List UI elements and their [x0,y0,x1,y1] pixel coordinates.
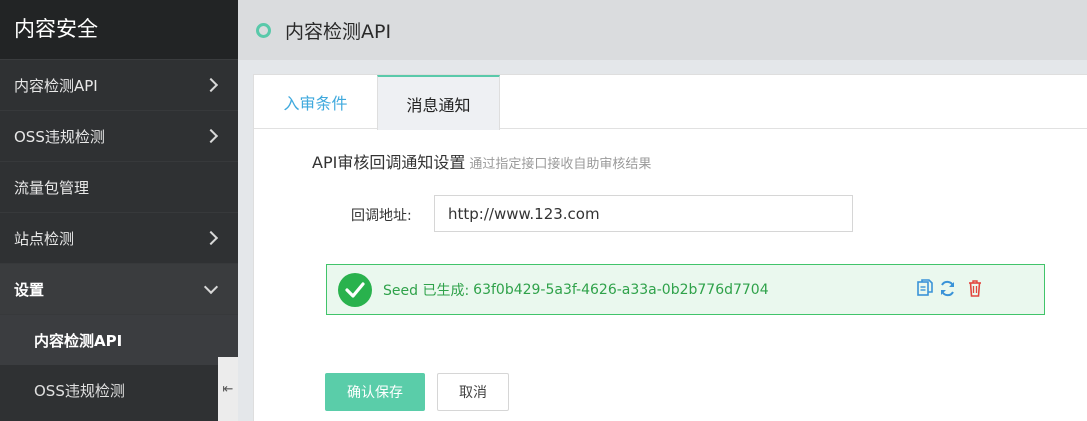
copy-icon[interactable] [917,279,933,297]
sidebar-item-traffic-package[interactable]: 流量包管理 [0,162,238,213]
section-title: API审核回调通知设置 通过指定接口接收自助审核结果 [312,149,651,173]
sidebar-item-label: 站点检测 [14,229,75,248]
sidebar-subitem-oss-detection[interactable]: OSS违规检测 [0,365,238,415]
seed-value: 63f0b429-5a3f-4626-a33a-0b2b776d7704 [473,281,769,298]
page-title: 内容检测API [285,20,392,43]
circle-icon [256,22,271,38]
sidebar-subitem-content-detection-api[interactable]: 内容检测API [0,315,238,365]
tab-bar: 入审条件 消息通知 [254,75,1087,130]
callback-url-label: 回调地址: [351,208,412,224]
seed-actions [917,279,988,297]
chevron-right-icon [203,128,219,144]
callback-url-input[interactable] [434,195,853,232]
chevron-right-icon [203,77,219,93]
tab-message-notification[interactable]: 消息通知 [377,75,500,130]
sidebar-item-label: 内容检测API [14,76,98,95]
sidebar-collapse-icon[interactable]: ⇤ [218,357,238,421]
save-button[interactable]: 确认保存 [325,373,425,411]
trash-icon[interactable] [968,279,982,297]
sidebar-item-label: 设置 [14,280,45,299]
check-circle-icon [338,272,372,307]
section-title-text: API审核回调通知设置 [312,153,466,172]
sidebar-title: 内容安全 [0,0,238,60]
section-hint: 通过指定接口接收自助审核结果 [469,157,652,172]
seed-status-box: Seed 已生成: 63f0b429-5a3f-4626-a33a-0b2b77… [326,264,1045,315]
page-header: 内容检测API [238,0,1087,60]
sidebar-item-site-detection[interactable]: 站点检测 [0,213,238,264]
main-panel: 入审条件 消息通知 API审核回调通知设置 通过指定接口接收自助审核结果 回调地址… [253,74,1087,421]
sidebar-item-label: OSS违规检测 [14,127,105,146]
cancel-button[interactable]: 取消 [437,373,509,411]
sidebar-item-settings[interactable]: 设置 [0,264,238,315]
sidebar-item-oss-detection[interactable]: OSS违规检测 [0,111,238,162]
sidebar: 内容安全 内容检测API OSS违规检测 流量包管理 站点检测 设置 内容检测A… [0,0,238,421]
chevron-right-icon [203,230,219,246]
seed-label: Seed 已生成: [383,282,470,299]
refresh-icon[interactable] [939,280,956,297]
tab-audit-conditions[interactable]: 入审条件 [254,75,377,129]
sidebar-item-content-detection-api[interactable]: 内容检测API [0,60,238,111]
chevron-down-icon [203,279,219,294]
sidebar-item-label: 流量包管理 [14,178,90,197]
